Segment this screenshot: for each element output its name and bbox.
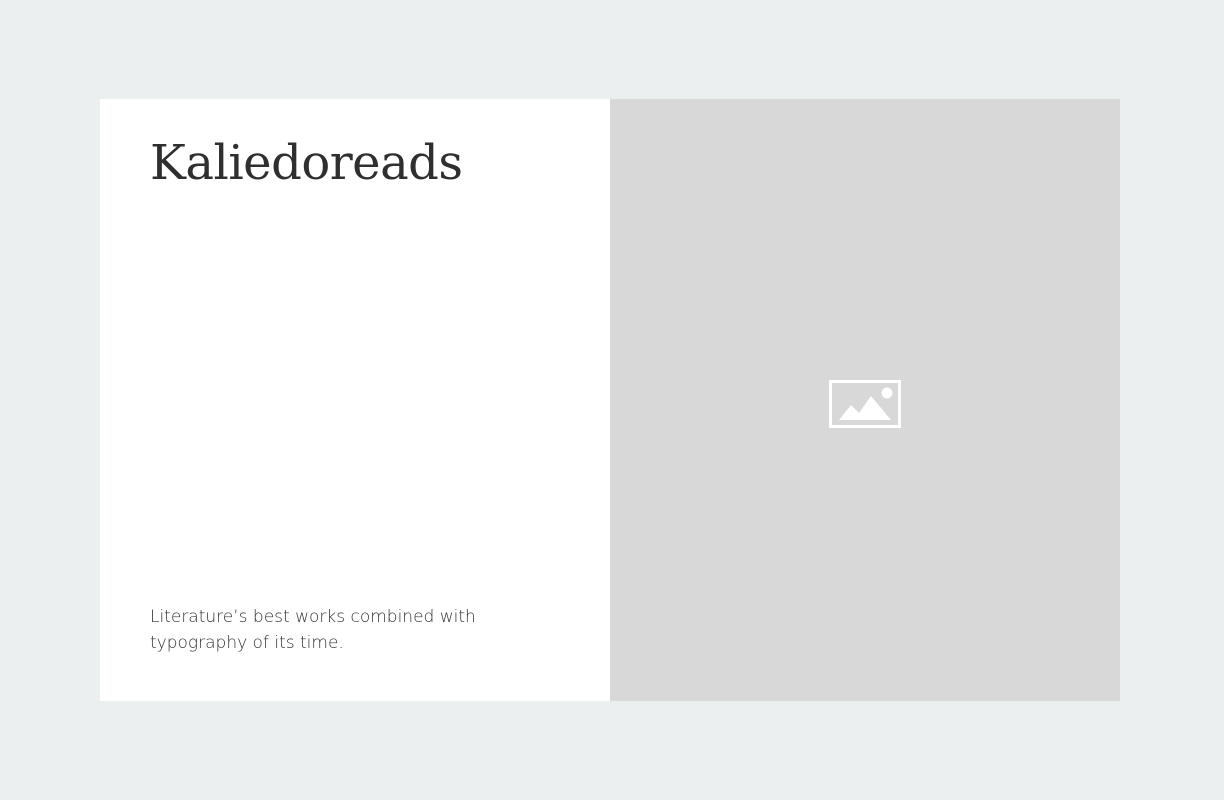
tagline: Literature’s best works combined with ty…	[150, 607, 476, 653]
hero-image-placeholder	[610, 99, 1120, 701]
hero-card: Kaliedoreads Literature’s best works com…	[100, 99, 1120, 701]
hero-text-panel: Kaliedoreads Literature’s best works com…	[100, 99, 610, 701]
page-title: Kaliedoreads	[150, 135, 463, 191]
image-placeholder-icon	[829, 380, 901, 428]
